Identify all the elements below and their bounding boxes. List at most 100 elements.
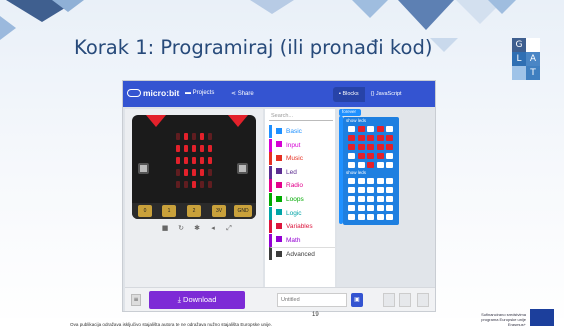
led-toggle[interactable] <box>348 214 355 220</box>
button-a[interactable] <box>138 163 149 174</box>
led-toggle[interactable] <box>367 135 374 141</box>
logo-cell <box>512 66 526 80</box>
pin-0[interactable]: 0 <box>138 205 152 217</box>
logo-cell: G <box>512 38 526 52</box>
led-toggle[interactable] <box>376 178 384 184</box>
project-name-input[interactable]: Untitled <box>277 293 347 307</box>
tab-javascript-label: JavaScript <box>375 91 402 97</box>
logo-cell: T <box>526 66 540 80</box>
show-leds-block[interactable]: show leds <box>343 117 399 173</box>
folder-icon: ▬ <box>185 90 191 96</box>
zoom-icon[interactable] <box>417 293 429 307</box>
led-toggle[interactable] <box>386 187 393 193</box>
projects-button[interactable]: ▬ Projects <box>185 90 214 96</box>
led-toggle[interactable] <box>348 135 355 141</box>
led-toggle[interactable] <box>376 144 384 150</box>
led-toggle[interactable] <box>357 196 365 202</box>
collapse-icon[interactable]: ≡ <box>131 294 141 306</box>
led-toggle[interactable] <box>348 162 355 168</box>
blocks-workspace[interactable]: forever show leds show leds <box>337 109 435 309</box>
led-toggle[interactable] <box>386 135 393 141</box>
pin-gnd[interactable]: GND <box>234 205 252 217</box>
led-toggle[interactable] <box>357 126 365 132</box>
stop-icon[interactable]: ■ <box>159 223 171 233</box>
sound-icon[interactable]: ◂ <box>207 223 219 233</box>
led-toggle[interactable] <box>376 214 384 220</box>
led-toggle[interactable] <box>376 187 384 193</box>
led-toggle[interactable] <box>386 178 393 184</box>
led-toggle[interactable] <box>386 162 393 168</box>
led-toggle[interactable] <box>367 126 374 132</box>
led-toggle[interactable] <box>367 214 374 220</box>
led-toggle[interactable] <box>386 126 393 132</box>
led-toggle[interactable] <box>357 214 365 220</box>
led-toggle[interactable] <box>386 196 393 202</box>
led-toggle[interactable] <box>357 135 365 141</box>
led-toggle[interactable] <box>367 153 374 159</box>
share-button[interactable]: ⋖ Share <box>231 90 254 97</box>
led-toggle[interactable] <box>367 187 374 193</box>
forever-block[interactable]: forever <box>339 109 361 116</box>
category-math[interactable]: Math <box>269 233 335 247</box>
logo-cell <box>526 38 540 52</box>
category-logic[interactable]: Logic <box>269 206 335 220</box>
led <box>176 181 180 188</box>
led-toggle[interactable] <box>348 187 355 193</box>
tab-blocks[interactable]: ▪ Blocks <box>333 87 365 102</box>
category-variables[interactable]: Variables <box>269 220 335 234</box>
led-toggle[interactable] <box>367 196 374 202</box>
led-toggle[interactable] <box>357 162 365 168</box>
led-toggle[interactable] <box>376 162 384 168</box>
led-toggle[interactable] <box>367 205 374 211</box>
button-b[interactable] <box>237 163 248 174</box>
tab-javascript[interactable]: {} JavaScript <box>364 87 408 102</box>
led-toggle[interactable] <box>357 178 365 184</box>
led-toggle[interactable] <box>357 187 365 193</box>
category-advanced[interactable]: Advanced <box>269 247 335 261</box>
download-button[interactable]: ⤓ Download <box>149 291 245 309</box>
microbit-logo[interactable]: micro:bit <box>127 88 179 98</box>
pin-1[interactable]: 1 <box>162 205 176 217</box>
pin-3v[interactable]: 3V <box>212 205 226 217</box>
led-toggle[interactable] <box>386 205 393 211</box>
category-input[interactable]: Input <box>269 138 335 152</box>
slowmo-icon[interactable]: ✱ <box>191 223 203 233</box>
restart-icon[interactable]: ↻ <box>175 223 187 233</box>
category-radio[interactable]: Radio <box>269 179 335 193</box>
undo-icon[interactable] <box>383 293 395 307</box>
category-basic[interactable]: Basic <box>269 125 335 138</box>
fullscreen-icon[interactable]: ⤢ <box>223 223 235 233</box>
save-icon[interactable]: ▣ <box>351 293 363 307</box>
eu-line: Erasmus+ <box>507 322 526 327</box>
led-toggle[interactable] <box>357 153 365 159</box>
pin-2[interactable]: 2 <box>187 205 201 217</box>
led-toggle[interactable] <box>386 144 393 150</box>
microbit-board: 0 1 2 3V GND <box>132 115 256 219</box>
led-toggle[interactable] <box>376 196 384 202</box>
led-toggle[interactable] <box>376 205 384 211</box>
show-leds-block[interactable]: show leds <box>343 169 399 225</box>
redo-icon[interactable] <box>399 293 411 307</box>
led-toggle[interactable] <box>348 144 355 150</box>
led-toggle[interactable] <box>386 214 393 220</box>
led-toggle[interactable] <box>367 178 374 184</box>
eu-funding-text: Sufinancirano sredstvima programa Europs… <box>466 312 526 327</box>
category-music[interactable]: Music <box>269 152 335 166</box>
led-toggle[interactable] <box>348 126 355 132</box>
led-toggle[interactable] <box>376 126 384 132</box>
led-toggle[interactable] <box>348 205 355 211</box>
category-led[interactable]: Led <box>269 165 335 179</box>
led-toggle[interactable] <box>376 135 384 141</box>
toolbox-search-input[interactable]: Search... <box>269 111 333 121</box>
led-toggle[interactable] <box>367 144 374 150</box>
led-toggle[interactable] <box>376 153 384 159</box>
led-toggle[interactable] <box>386 153 393 159</box>
led-toggle[interactable] <box>357 144 365 150</box>
led <box>208 157 212 164</box>
led-toggle[interactable] <box>348 153 355 159</box>
led-toggle[interactable] <box>348 196 355 202</box>
led-toggle[interactable] <box>357 205 365 211</box>
category-loops[interactable]: Loops <box>269 193 335 206</box>
led-toggle[interactable] <box>348 178 355 184</box>
led-toggle[interactable] <box>367 162 374 168</box>
